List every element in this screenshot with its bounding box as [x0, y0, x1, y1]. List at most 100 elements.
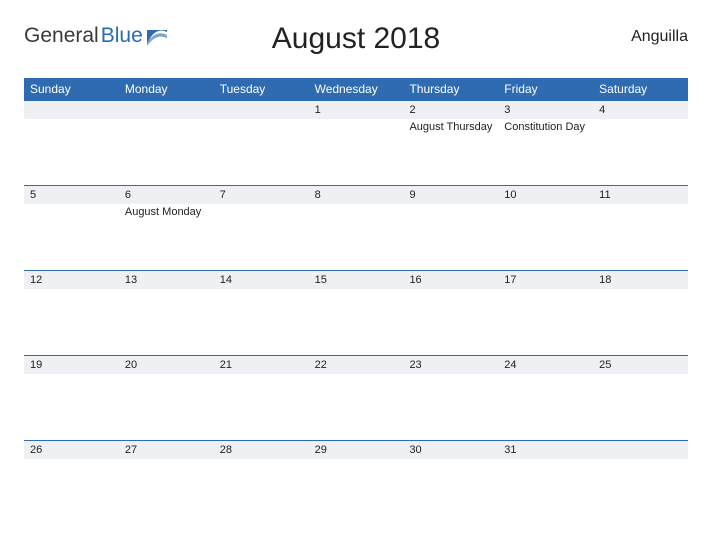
day-event — [498, 289, 593, 291]
day-event: August Thursday — [403, 119, 498, 134]
day-cell: 21 — [214, 356, 309, 440]
dow-sunday: Sunday — [24, 82, 119, 96]
day-event — [593, 459, 688, 461]
day-event — [24, 119, 119, 121]
day-event: Constitution Day — [498, 119, 593, 134]
day-cell: 8 — [309, 186, 404, 270]
day-cell: 24 — [498, 356, 593, 440]
page-title: August 2018 — [24, 22, 688, 56]
day-cell: 25 — [593, 356, 688, 440]
day-number: 12 — [24, 271, 119, 289]
day-cell: 26 — [24, 441, 119, 525]
day-number: 9 — [403, 186, 498, 204]
day-number: 22 — [309, 356, 404, 374]
day-number: 27 — [119, 441, 214, 459]
day-cell: 20 — [119, 356, 214, 440]
day-number: 30 — [403, 441, 498, 459]
day-cell — [593, 441, 688, 525]
day-number: 15 — [309, 271, 404, 289]
day-number: 16 — [403, 271, 498, 289]
day-cell: 17 — [498, 271, 593, 355]
header: GeneralBlue August 2018 Anguilla — [24, 18, 688, 74]
day-cell: 6August Monday — [119, 186, 214, 270]
week-row: 5 6August Monday 7 8 9 10 11 — [24, 185, 688, 270]
week-row: 12 13 14 15 16 17 18 — [24, 270, 688, 355]
day-number — [24, 101, 119, 119]
day-cell: 5 — [24, 186, 119, 270]
day-event — [309, 459, 404, 461]
day-number: 18 — [593, 271, 688, 289]
day-event — [309, 204, 404, 206]
day-cell: 18 — [593, 271, 688, 355]
day-event: August Monday — [119, 204, 214, 219]
day-cell: 10 — [498, 186, 593, 270]
day-event — [214, 459, 309, 461]
day-number: 13 — [119, 271, 214, 289]
day-number: 20 — [119, 356, 214, 374]
day-number: 5 — [24, 186, 119, 204]
day-number — [214, 101, 309, 119]
day-event — [593, 119, 688, 121]
day-event — [403, 289, 498, 291]
day-number: 25 — [593, 356, 688, 374]
day-cell: 7 — [214, 186, 309, 270]
day-cell: 29 — [309, 441, 404, 525]
day-number — [593, 441, 688, 459]
day-cell: 22 — [309, 356, 404, 440]
day-event — [214, 204, 309, 206]
day-number: 29 — [309, 441, 404, 459]
day-event — [403, 459, 498, 461]
dow-monday: Monday — [119, 82, 214, 96]
day-number — [119, 101, 214, 119]
day-event — [214, 374, 309, 376]
day-number: 24 — [498, 356, 593, 374]
dow-header: Sunday Monday Tuesday Wednesday Thursday… — [24, 78, 688, 100]
day-cell: 2August Thursday — [403, 101, 498, 185]
day-number: 28 — [214, 441, 309, 459]
day-number: 17 — [498, 271, 593, 289]
day-event — [498, 374, 593, 376]
week-row: 1 2August Thursday 3Constitution Day 4 — [24, 100, 688, 185]
day-event — [593, 374, 688, 376]
day-cell — [24, 101, 119, 185]
calendar: Sunday Monday Tuesday Wednesday Thursday… — [24, 78, 688, 525]
day-number: 21 — [214, 356, 309, 374]
day-cell: 1 — [309, 101, 404, 185]
day-event — [403, 374, 498, 376]
day-number: 31 — [498, 441, 593, 459]
day-event — [498, 459, 593, 461]
day-cell: 19 — [24, 356, 119, 440]
day-cell: 30 — [403, 441, 498, 525]
day-number: 14 — [214, 271, 309, 289]
day-event — [309, 374, 404, 376]
day-event — [309, 119, 404, 121]
day-cell: 13 — [119, 271, 214, 355]
dow-wednesday: Wednesday — [309, 82, 404, 96]
day-number: 26 — [24, 441, 119, 459]
day-event — [119, 289, 214, 291]
day-event — [24, 459, 119, 461]
day-event — [214, 119, 309, 121]
day-number: 1 — [309, 101, 404, 119]
week-row: 26 27 28 29 30 31 — [24, 440, 688, 525]
dow-friday: Friday — [498, 82, 593, 96]
day-cell: 12 — [24, 271, 119, 355]
day-event — [498, 204, 593, 206]
day-event — [24, 374, 119, 376]
day-number: 4 — [593, 101, 688, 119]
day-cell: 14 — [214, 271, 309, 355]
day-cell: 9 — [403, 186, 498, 270]
day-cell: 27 — [119, 441, 214, 525]
day-event — [593, 289, 688, 291]
day-cell: 3Constitution Day — [498, 101, 593, 185]
day-event — [403, 204, 498, 206]
day-number: 8 — [309, 186, 404, 204]
day-cell — [214, 101, 309, 185]
day-cell: 15 — [309, 271, 404, 355]
day-number: 6 — [119, 186, 214, 204]
day-event — [24, 289, 119, 291]
day-event — [119, 459, 214, 461]
dow-saturday: Saturday — [593, 82, 688, 96]
day-number: 19 — [24, 356, 119, 374]
day-number: 10 — [498, 186, 593, 204]
